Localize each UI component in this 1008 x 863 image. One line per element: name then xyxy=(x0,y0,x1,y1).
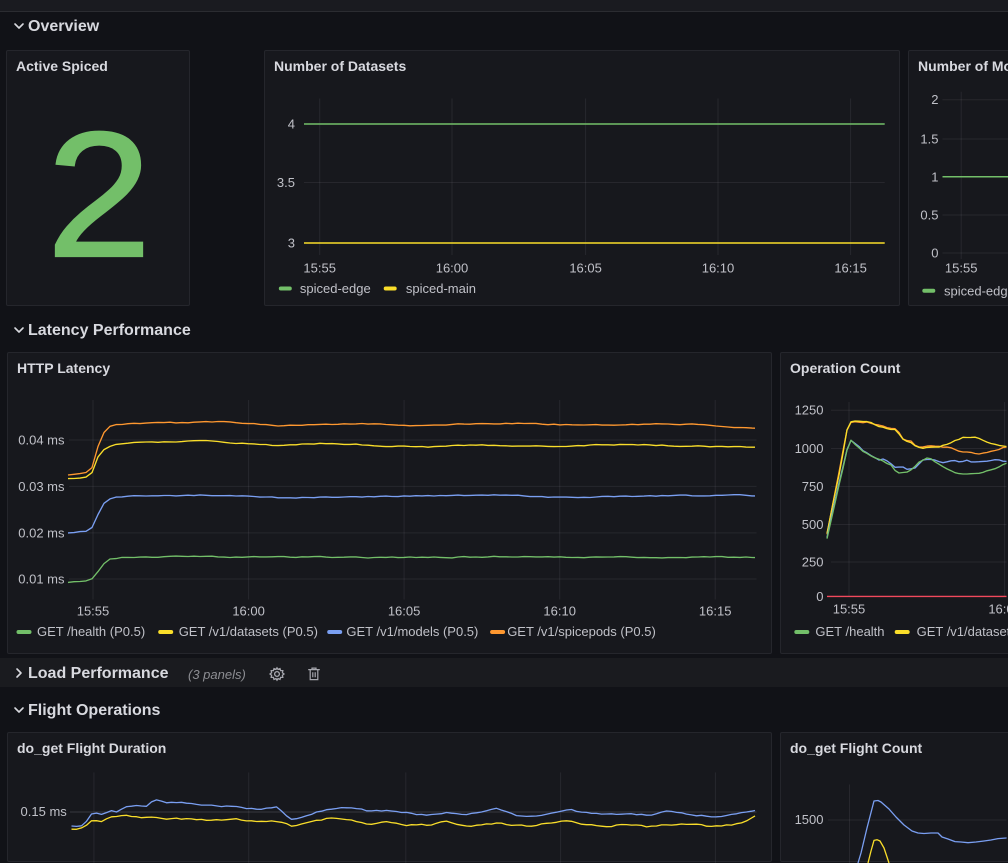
svg-text:0.03 ms: 0.03 ms xyxy=(18,479,65,494)
svg-text:GET /v1/spicepods (P0.5): GET /v1/spicepods (P0.5) xyxy=(507,624,656,639)
svg-text:GET /health: GET /health xyxy=(815,624,884,639)
svg-text:15:55: 15:55 xyxy=(77,603,110,618)
svg-text:spiced-edge: spiced-edge xyxy=(300,281,371,296)
svg-text:16:15: 16:15 xyxy=(834,261,867,276)
svg-text:0.04 ms: 0.04 ms xyxy=(18,433,65,448)
svg-text:0: 0 xyxy=(816,589,823,604)
svg-text:1.5: 1.5 xyxy=(920,132,938,147)
svg-text:16:05: 16:05 xyxy=(569,261,602,276)
svg-text:spiced-main: spiced-main xyxy=(406,281,476,296)
svg-text:2: 2 xyxy=(931,92,938,107)
svg-text:16:15: 16:15 xyxy=(699,603,732,618)
svg-text:15:55: 15:55 xyxy=(945,261,978,276)
svg-text:1: 1 xyxy=(931,169,938,184)
svg-text:GET /v1/models (P0.5): GET /v1/models (P0.5) xyxy=(346,624,478,639)
svg-text:16:10: 16:10 xyxy=(702,261,735,276)
svg-text:3: 3 xyxy=(288,236,295,251)
svg-text:250: 250 xyxy=(802,555,824,570)
svg-text:0.5: 0.5 xyxy=(920,208,938,223)
svg-text:GET /v1/datasets: GET /v1/datasets xyxy=(917,624,1008,639)
svg-text:16:00: 16:00 xyxy=(232,603,265,618)
svg-text:1500: 1500 xyxy=(795,812,824,827)
svg-text:GET /v1/datasets (P0.5): GET /v1/datasets (P0.5) xyxy=(179,624,318,639)
svg-text:3.5: 3.5 xyxy=(277,175,295,190)
svg-text:0.01 ms: 0.01 ms xyxy=(18,572,65,587)
svg-text:spiced-edge: spiced-edge xyxy=(944,284,1008,299)
svg-text:1250: 1250 xyxy=(795,403,824,418)
svg-text:0: 0 xyxy=(931,246,938,261)
svg-text:16:00: 16:00 xyxy=(988,602,1008,617)
svg-text:4: 4 xyxy=(288,117,295,132)
svg-text:16:10: 16:10 xyxy=(543,603,576,618)
svg-text:GET /health (P0.5): GET /health (P0.5) xyxy=(37,624,145,639)
svg-text:15:55: 15:55 xyxy=(303,261,336,276)
svg-text:1000: 1000 xyxy=(795,441,824,456)
svg-text:0.02 ms: 0.02 ms xyxy=(18,525,65,540)
svg-text:16:05: 16:05 xyxy=(388,603,421,618)
svg-text:750: 750 xyxy=(802,479,824,494)
svg-text:0.15 ms: 0.15 ms xyxy=(21,804,68,819)
svg-text:500: 500 xyxy=(802,517,824,532)
svg-text:15:55: 15:55 xyxy=(833,602,866,617)
svg-text:16:00: 16:00 xyxy=(436,261,469,276)
